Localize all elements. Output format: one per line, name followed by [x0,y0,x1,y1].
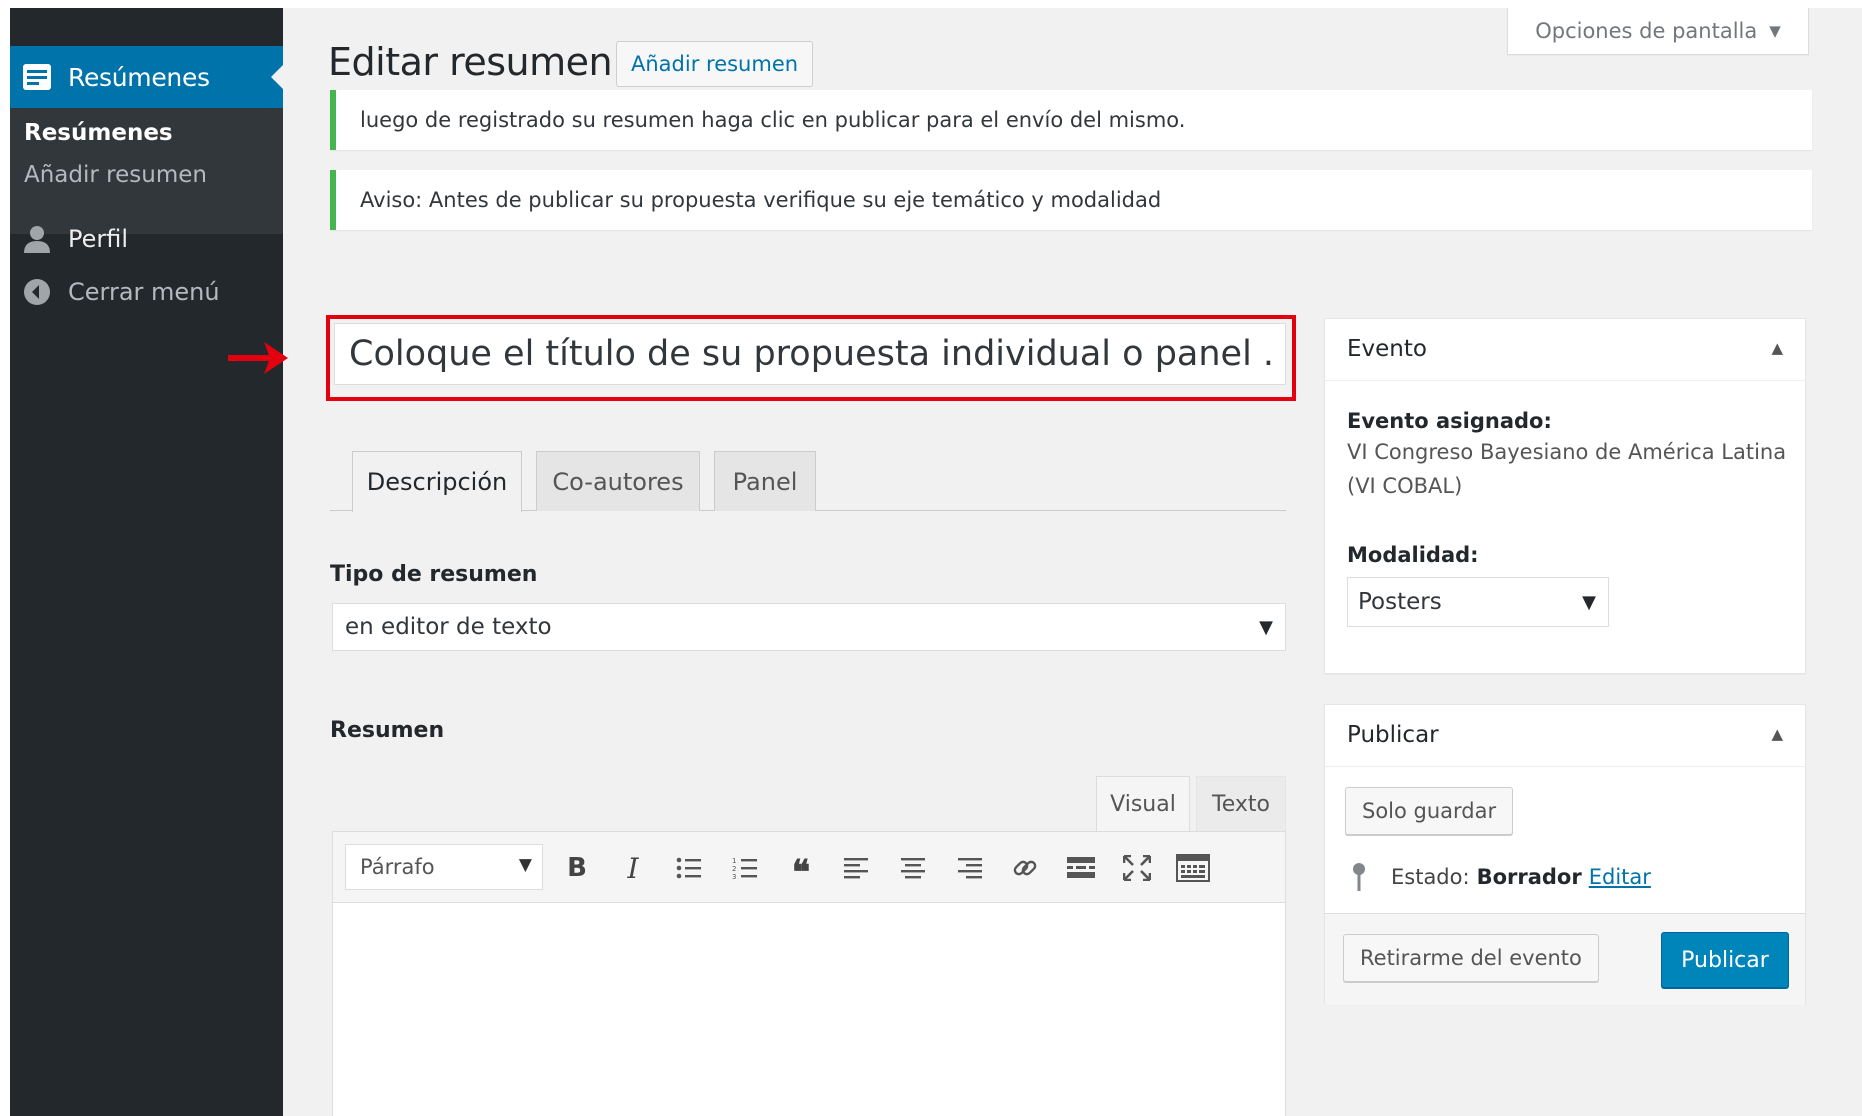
caret-down-icon: ▼ [1582,591,1596,613]
modalidad-label: Modalidad: [1347,543,1479,567]
admin-sidebar: Resúmenes Resúmenes Añadir resumen Perfi… [10,8,283,1116]
sidebar-item-label: Resúmenes [68,62,210,92]
sidebar-item-perfil[interactable]: Perfil [10,214,283,264]
align-right-icon[interactable] [947,846,991,890]
evento-metabox-header[interactable]: Evento ▲ [1325,319,1805,381]
editor-tab-texto[interactable]: Texto [1196,776,1286,832]
sidebar-item-label: Cerrar menú [68,278,220,306]
evento-metabox-title: Evento [1347,336,1427,362]
tab-descripcion[interactable]: Descripción [352,451,522,512]
tipo-resumen-label: Tipo de resumen [330,562,538,587]
fullscreen-icon[interactable] [1115,846,1159,890]
collapse-arrow-icon [20,275,54,309]
submenu-item-anadir-resumen[interactable]: Añadir resumen [24,162,207,188]
annotation-arrow-icon [228,342,288,374]
admin-frame: Resúmenes Resúmenes Añadir resumen Perfi… [10,8,1862,1116]
collapse-up-icon[interactable]: ▲ [1771,339,1783,357]
sidebar-collapse-menu[interactable]: Cerrar menú [10,267,283,317]
evento-metabox: Evento ▲ Evento asignado: VI Congreso Ba… [1324,318,1806,674]
svg-text:1: 1 [732,857,736,865]
tab-co-autores[interactable]: Co-autores [536,451,700,511]
collapse-up-icon[interactable]: ▲ [1771,725,1783,743]
withdraw-event-button[interactable]: Retirarme del evento [1343,934,1599,982]
blockquote-icon[interactable]: ❝ [779,846,823,890]
notice-success: luego de registrado su resumen haga clic… [330,90,1812,150]
editor-content-area[interactable] [332,903,1286,1116]
publicar-metabox-title: Publicar [1347,722,1439,748]
modalidad-select[interactable]: Posters ▼ [1347,577,1609,627]
italic-icon[interactable]: I [611,846,655,890]
align-center-icon[interactable] [891,846,935,890]
format-select[interactable]: Párrafo ▼ [345,844,543,890]
user-icon [20,222,54,256]
publicar-metabox: Publicar ▲ Solo guardar Estado: Borrador… [1324,704,1806,1005]
svg-text:2: 2 [732,865,736,873]
read-more-icon[interactable] [1059,846,1103,890]
editor-tab-visual[interactable]: Visual [1096,776,1190,832]
bold-icon[interactable]: B [555,846,599,890]
add-resumen-button[interactable]: Añadir resumen [616,41,814,87]
page-title: Editar resumen [328,40,613,84]
publish-actions: Retirarme del evento Publicar [1325,913,1805,1005]
caret-down-icon: ▼ [518,855,532,875]
numbered-list-icon[interactable]: 123 [723,846,767,890]
submenu-item-resumenes[interactable]: Resúmenes [24,120,173,146]
editor-toolbar: Párrafo ▼ B I 123 ❝ [332,831,1286,903]
status-value: Borrador [1476,865,1582,889]
sidebar-item-resumenes[interactable]: Resúmenes [10,46,283,108]
tipo-resumen-value: en editor de texto [345,614,552,640]
tab-panel[interactable]: Panel [714,451,816,511]
save-draft-button[interactable]: Solo guardar [1345,787,1514,835]
document-icon [20,60,54,94]
notice-text: Aviso: Antes de publicar su propuesta ve… [360,188,1162,212]
screen-options-button[interactable]: Opciones de pantalla ▼ [1507,8,1809,55]
edit-status-link[interactable]: Editar [1589,865,1651,889]
format-select-value: Párrafo [360,855,435,879]
link-icon[interactable] [1003,846,1047,890]
evento-asignado-label: Evento asignado: [1347,409,1552,433]
notice-text: luego de registrado su resumen haga clic… [360,108,1186,132]
publicar-metabox-header[interactable]: Publicar ▲ [1325,705,1805,767]
toolbar-toggle-icon[interactable] [1171,846,1215,890]
tipo-resumen-select[interactable]: en editor de texto ▼ [332,603,1286,651]
post-status: Estado: Borrador Editar [1347,861,1651,893]
svg-text:3: 3 [732,873,736,880]
pin-icon [1347,861,1371,893]
status-label: Estado: [1391,865,1470,889]
bullet-list-icon[interactable] [667,846,711,890]
resumen-label: Resumen [330,718,445,743]
notice-warning: Aviso: Antes de publicar su propuesta ve… [330,170,1812,230]
publish-button[interactable]: Publicar [1661,932,1789,988]
screen-options-label: Opciones de pantalla [1535,19,1758,43]
caret-down-icon: ▼ [1769,22,1781,40]
sidebar-item-label: Perfil [68,225,129,253]
evento-asignado-value: VI Congreso Bayesiano de América Latina … [1347,440,1787,498]
modalidad-value: Posters [1358,589,1442,615]
caret-down-icon: ▼ [1259,616,1273,638]
title-input[interactable] [334,323,1286,385]
align-left-icon[interactable] [835,846,879,890]
